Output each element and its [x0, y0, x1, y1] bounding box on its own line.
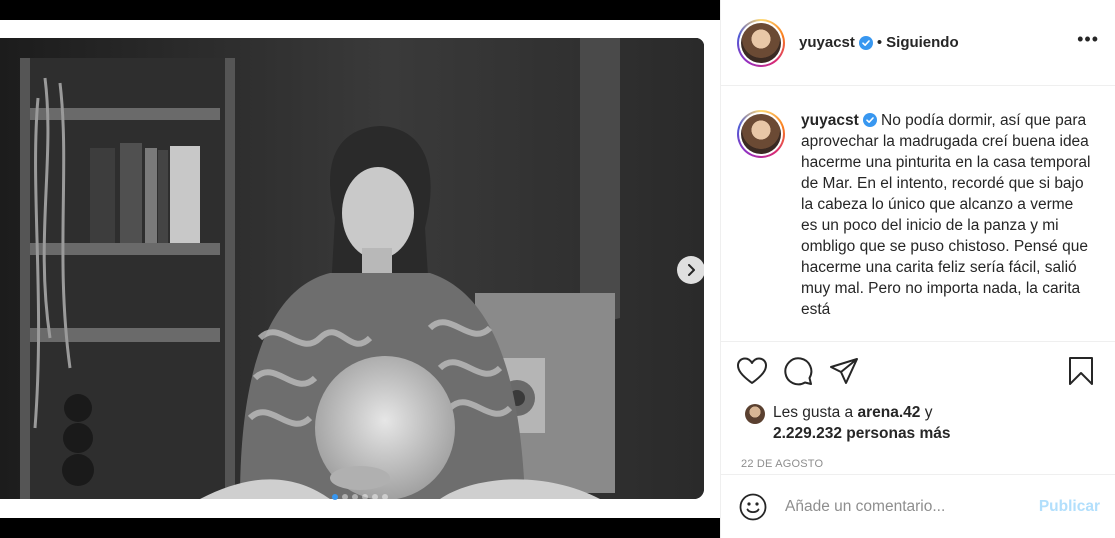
carousel-dot — [362, 494, 368, 500]
post-photo[interactable] — [0, 38, 704, 499]
post-actions: Les gusta a arena.42 y 2.229.232 persona… — [721, 341, 1115, 470]
publish-button[interactable]: Publicar — [1039, 498, 1100, 516]
heart-icon — [737, 357, 767, 384]
carousel-indicator — [332, 494, 388, 500]
paper-plane-icon — [830, 358, 858, 384]
carousel-dot — [332, 494, 338, 500]
bookmark-icon — [1069, 357, 1093, 385]
comment-bubble-icon — [784, 357, 813, 386]
carousel-dot — [372, 494, 378, 500]
more-options-icon[interactable]: ••• — [1077, 30, 1099, 48]
comment-button[interactable] — [783, 354, 817, 388]
author-username[interactable]: yuyacst — [799, 34, 855, 51]
post-side-panel: yuyacst • Siguiendo ••• yuyacst No podía… — [720, 0, 1115, 538]
verified-badge-icon — [858, 35, 873, 50]
share-button[interactable] — [829, 354, 863, 388]
header-separator: • — [876, 34, 883, 51]
following-button[interactable]: Siguiendo — [886, 34, 959, 51]
caption-text: No podía dormir, así que para aprovechar… — [801, 112, 1091, 318]
save-button[interactable] — [1068, 354, 1102, 388]
caption-avatar[interactable] — [737, 110, 785, 158]
likes-prefix: Les gusta a — [773, 404, 854, 421]
likes-text: Les gusta a arena.42 y 2.229.232 persona… — [773, 402, 951, 444]
carousel-dot — [382, 494, 388, 500]
chevron-right-icon — [688, 264, 695, 276]
likes-summary: Les gusta a arena.42 y 2.229.232 persona… — [737, 402, 1100, 444]
caption-section: yuyacst No podía dormir, así que para ap… — [721, 86, 1115, 341]
likes-count[interactable]: 2.229.232 personas más — [773, 425, 951, 442]
author-avatar[interactable] — [737, 18, 785, 67]
comment-bar: Publicar — [721, 474, 1115, 538]
carousel-dot — [342, 494, 348, 500]
carousel-next-button[interactable] — [677, 256, 705, 284]
caption: yuyacst No podía dormir, así que para ap… — [801, 110, 1091, 341]
photo-illustration — [0, 38, 704, 499]
media-pane — [0, 0, 720, 538]
likes-connector: y — [924, 404, 933, 421]
smiley-icon — [739, 493, 767, 520]
liker-username[interactable]: arena.42 — [857, 404, 920, 421]
action-icon-row — [737, 354, 1100, 388]
post-date[interactable]: 22 DE AGOSTO — [741, 458, 1100, 470]
like-button[interactable] — [737, 354, 771, 388]
liker-avatar[interactable] — [745, 404, 765, 424]
post-header: yuyacst • Siguiendo ••• — [721, 0, 1115, 86]
verified-badge-icon — [862, 113, 877, 127]
comment-input[interactable] — [785, 497, 1039, 516]
emoji-button[interactable] — [737, 491, 769, 523]
carousel-dot — [352, 494, 358, 500]
caption-username[interactable]: yuyacst — [801, 112, 859, 129]
